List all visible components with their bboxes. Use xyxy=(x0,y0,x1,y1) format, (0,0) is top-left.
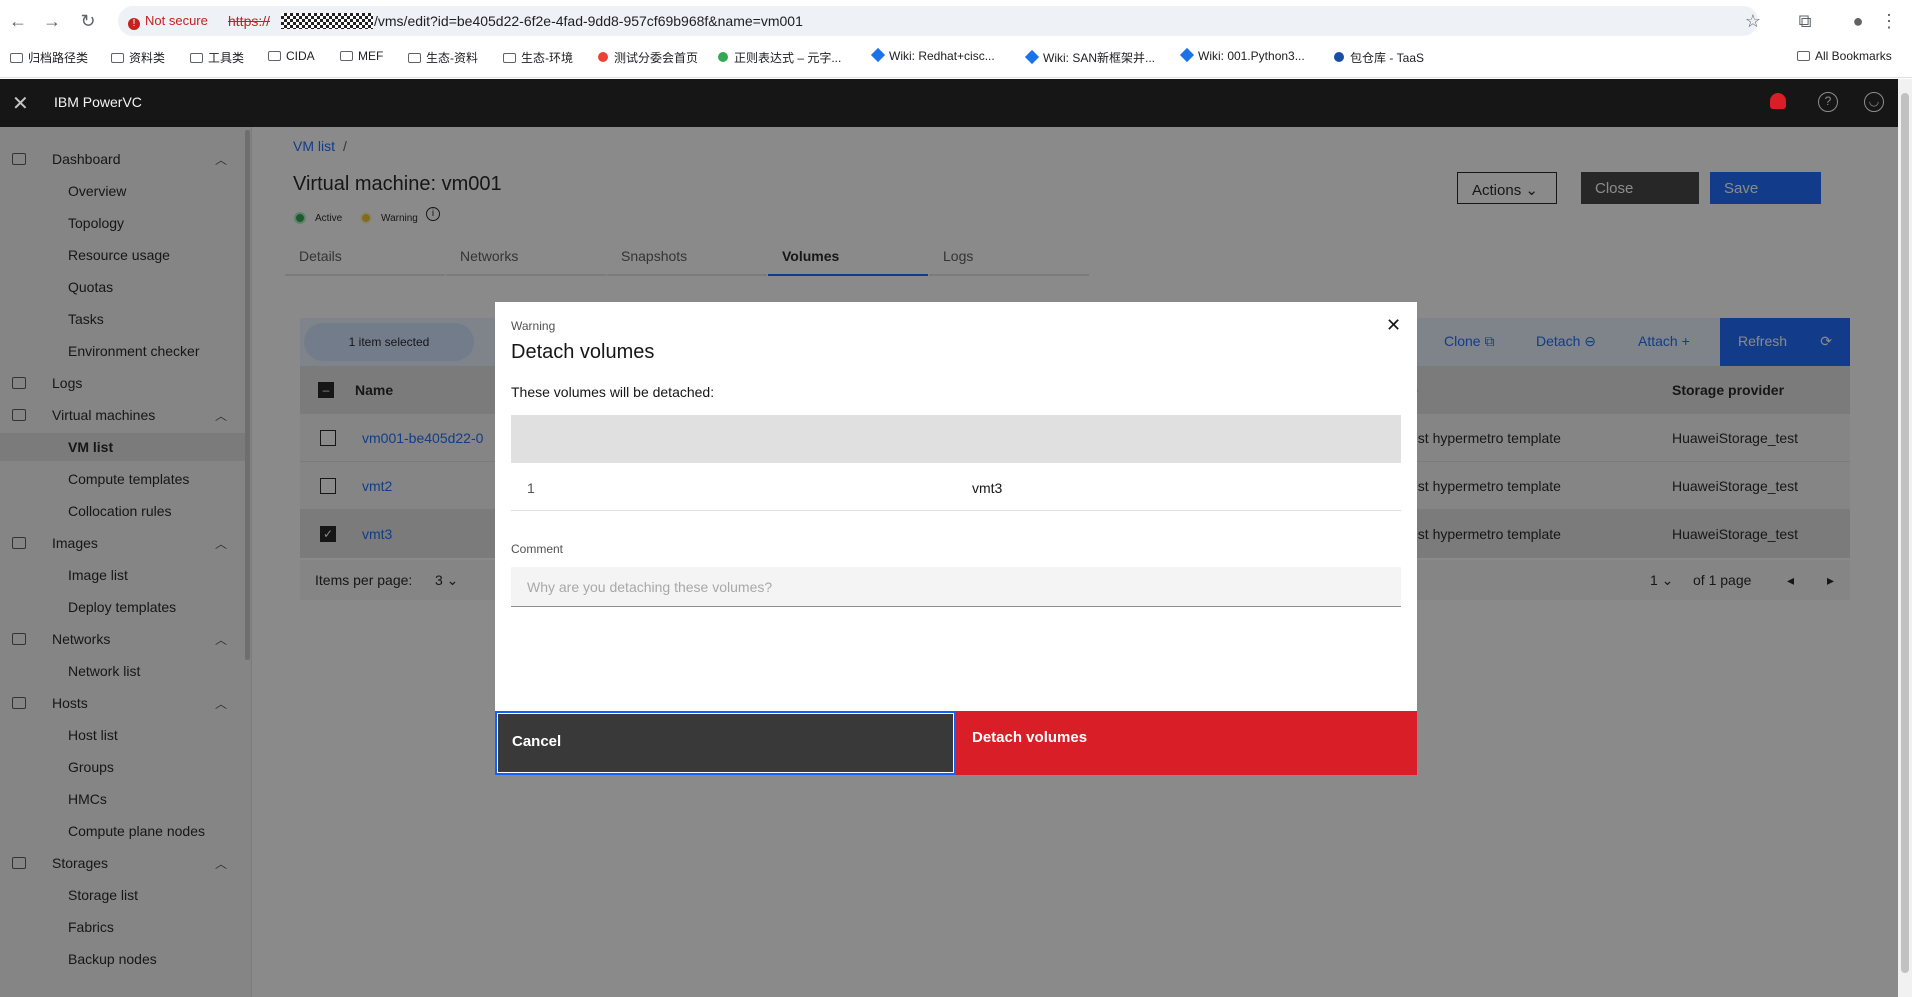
reload-icon[interactable]: ↻ xyxy=(75,8,101,34)
help-icon[interactable]: ? xyxy=(1818,92,1838,112)
app-header: ✕ IBM PowerVC ? ◡ xyxy=(0,79,1898,127)
folder-icon xyxy=(268,51,281,61)
profile-icon[interactable]: ● xyxy=(1845,8,1871,34)
forward-icon[interactable]: → xyxy=(39,8,65,34)
folder-icon xyxy=(1797,51,1810,61)
wiki-icon xyxy=(870,47,886,63)
folder-icon xyxy=(190,53,203,63)
bookmark-link[interactable]: Wiki: SAN新框架并... xyxy=(1024,49,1155,66)
volume-index: 1 xyxy=(527,480,535,496)
scrollbar-thumb[interactable] xyxy=(1901,93,1909,973)
menu-icon[interactable]: ⋮ xyxy=(1876,8,1902,34)
cancel-button[interactable]: Cancel xyxy=(495,711,956,775)
detach-volumes-button[interactable]: Detach volumes xyxy=(956,711,1417,775)
volume-table-header xyxy=(511,415,1401,463)
detach-volumes-modal: Warning Detach volumes ✕ These volumes w… xyxy=(495,302,1417,775)
app-title: IBM PowerVC xyxy=(54,94,142,110)
star-icon[interactable]: ☆ xyxy=(1740,8,1766,34)
bookmark-link[interactable]: 包仓库 - TaaS xyxy=(1334,49,1424,66)
modal-title: Detach volumes xyxy=(511,341,655,363)
bookmark-folder[interactable]: 生态-资料 xyxy=(408,49,478,66)
modal-description: These volumes will be detached: xyxy=(511,384,715,400)
security-indicator[interactable]: ! Not secure xyxy=(128,13,208,30)
browser-chrome: ← → ↻ ! Not secure https:// /vms/edit?id=… xyxy=(0,0,1912,78)
bookmark-link[interactable]: 测试分委会首页 xyxy=(598,49,698,66)
close-icon[interactable]: ✕ xyxy=(1386,315,1401,336)
notification-icon[interactable] xyxy=(1770,93,1786,109)
site-icon xyxy=(598,52,608,62)
folder-icon xyxy=(340,51,353,61)
bookmark-link[interactable]: Wiki: Redhat+cisc... xyxy=(870,47,995,63)
bookmark-link[interactable]: 正则表达式 – 元字... xyxy=(718,49,841,66)
wiki-icon xyxy=(1024,49,1040,65)
folder-icon xyxy=(503,53,516,63)
bookmark-link[interactable]: Wiki: 001.Python3... xyxy=(1179,47,1305,63)
site-icon xyxy=(718,52,728,62)
comment-input[interactable] xyxy=(511,567,1401,607)
folder-icon xyxy=(408,53,421,63)
modal-label: Warning xyxy=(511,319,556,333)
volume-name: vmt3 xyxy=(972,480,1003,496)
back-icon[interactable]: ← xyxy=(5,8,31,34)
close-menu-icon[interactable]: ✕ xyxy=(12,91,29,116)
comment-label: Comment xyxy=(511,542,564,556)
extensions-icon[interactable]: ⧉ xyxy=(1792,8,1818,34)
folder-icon xyxy=(10,53,23,63)
site-icon xyxy=(1334,52,1344,62)
bookmark-folder[interactable]: MEF xyxy=(340,49,383,63)
bookmark-folder[interactable]: 归档路径类 xyxy=(10,49,88,66)
volume-row: 1 vmt3 xyxy=(511,463,1401,511)
bookmark-folder[interactable]: CIDA xyxy=(268,49,315,63)
folder-icon xyxy=(111,53,124,63)
page-scrollbar[interactable] xyxy=(1898,79,1912,997)
address-bar[interactable]: ! Not secure https:// /vms/edit?id=be405d… xyxy=(118,6,1758,36)
bookmark-folder[interactable]: 工具类 xyxy=(190,49,244,66)
all-bookmarks[interactable]: All Bookmarks xyxy=(1797,49,1892,63)
wiki-icon xyxy=(1179,47,1195,63)
user-icon[interactable]: ◡ xyxy=(1864,92,1884,112)
bookmark-folder[interactable]: 资料类 xyxy=(111,49,165,66)
url-scheme: https:// xyxy=(228,13,271,29)
bookmark-folder[interactable]: 生态-环境 xyxy=(503,49,573,66)
bookmarks-bar: 归档路径类 资料类 工具类 CIDA MEF 生态-资料 生态-环境 测试分委会… xyxy=(0,46,1912,70)
url-path: /vms/edit?id=be405d22-6f2e-4fad-9dd8-957… xyxy=(374,13,803,29)
warning-icon: ! xyxy=(128,18,140,30)
redacted-host xyxy=(281,13,373,29)
